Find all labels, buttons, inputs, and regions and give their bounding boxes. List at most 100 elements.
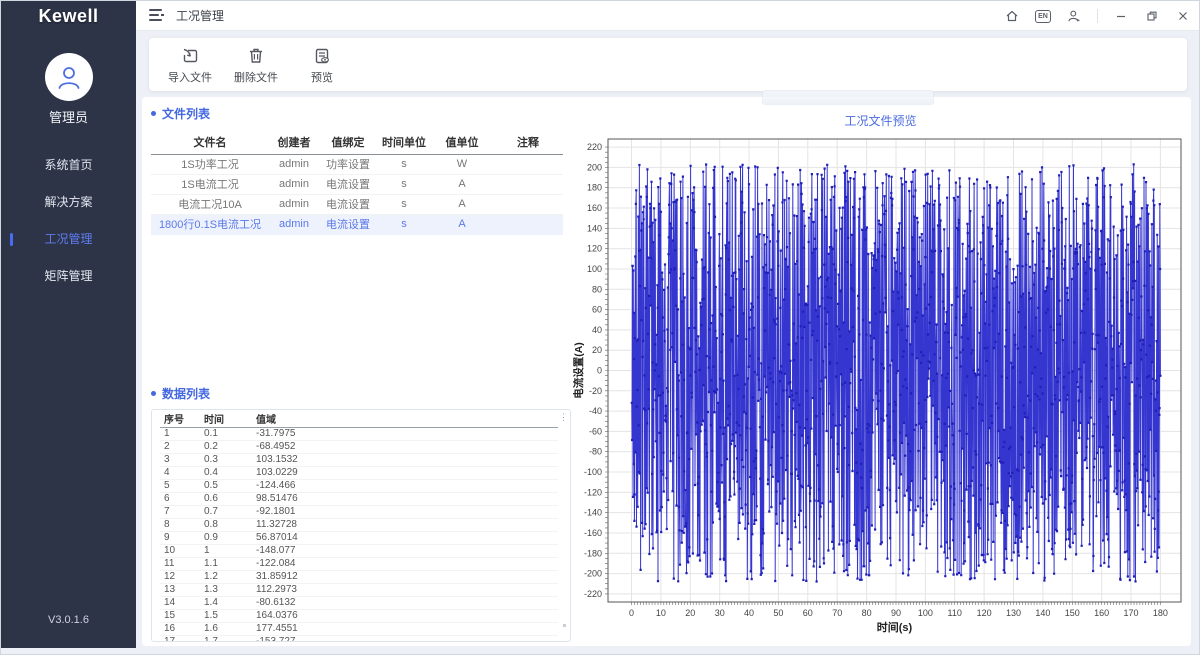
data-table-cell: -124.466 <box>256 479 312 492</box>
svg-text:-200: -200 <box>584 569 602 579</box>
data-table-header-cell: 时间 <box>204 410 256 427</box>
data-table-cell: 14 <box>160 596 204 609</box>
minimize-button[interactable] <box>1113 8 1129 24</box>
restore-button[interactable] <box>1144 8 1160 24</box>
data-table-cell <box>312 492 558 505</box>
file-table-cell: W <box>431 154 493 174</box>
data-table-cell: 177.4551 <box>256 622 312 635</box>
toolbar-button-2[interactable]: 预览 <box>293 44 351 85</box>
svg-text:100: 100 <box>918 608 933 618</box>
data-table-cell: 9 <box>160 531 204 544</box>
bullet-icon <box>151 111 156 116</box>
sidebar-item-3[interactable]: 矩阵管理 <box>1 258 136 295</box>
data-table-row[interactable]: 101-148.077 <box>160 544 558 557</box>
topbar: 工况管理 EN <box>136 1 1199 31</box>
file-table-row[interactable]: 1S功率工况admin功率设置sW <box>151 154 563 174</box>
data-table-row[interactable]: 10.1-31.7975 <box>160 427 558 440</box>
data-table-row[interactable]: 50.5-124.466 <box>160 479 558 492</box>
svg-text:170: 170 <box>1123 608 1138 618</box>
data-table-cell: 31.85912 <box>256 570 312 583</box>
data-table-row[interactable]: 121.231.85912 <box>160 570 558 583</box>
data-table-cell: 0.4 <box>204 466 256 479</box>
data-table-row[interactable]: 90.956.87014 <box>160 531 558 544</box>
data-table-cell: 0.8 <box>204 518 256 531</box>
language-toggle-icon[interactable]: EN <box>1035 10 1051 23</box>
file-table: 文件名创建者值绑定时间单位值单位注释 1S功率工况admin功率设置sW1S电流… <box>151 130 563 235</box>
svg-text:10: 10 <box>656 608 666 618</box>
file-table-cell: admin <box>269 214 319 234</box>
sidebar-item-label: 工况管理 <box>44 232 92 246</box>
data-table-row[interactable]: 111.1-122.084 <box>160 557 558 570</box>
svg-text:150: 150 <box>1065 608 1080 618</box>
svg-text:180: 180 <box>1153 608 1168 618</box>
file-table-cell <box>493 214 563 234</box>
file-table-cell: 电流设置 <box>319 214 377 234</box>
data-list-section: 数据列表 序号时间值域 10.1-31.797520.2-68.495230.3… <box>151 385 571 642</box>
collapse-menu-icon[interactable] <box>149 9 165 23</box>
data-table-row[interactable]: 40.4103.0229 <box>160 466 558 479</box>
file-table-row[interactable]: 电流工况10Aadmin电流设置sA <box>151 194 563 214</box>
data-table: 序号时间值域 10.1-31.797520.2-68.495230.3103.1… <box>160 410 558 642</box>
file-table-cell <box>493 154 563 174</box>
data-table-cell <box>312 544 558 557</box>
svg-text:140: 140 <box>1035 608 1050 618</box>
data-table-scrollbar[interactable]: ⋮ <box>559 415 568 419</box>
data-table-cell: 1.7 <box>204 635 256 642</box>
home-icon[interactable] <box>1004 8 1020 24</box>
data-table-row[interactable]: 161.6177.4551 <box>160 622 558 635</box>
data-table-cell <box>312 596 558 609</box>
preview-eye-icon <box>293 46 351 66</box>
data-table-cell: 1.6 <box>204 622 256 635</box>
file-table-header-cell: 时间单位 <box>377 130 431 154</box>
svg-text:200: 200 <box>587 162 602 172</box>
close-button[interactable] <box>1175 8 1191 24</box>
sidebar-item-2[interactable]: 工况管理 <box>1 221 136 258</box>
data-table-cell: 98.51476 <box>256 492 312 505</box>
data-table-row[interactable]: 20.2-68.4952 <box>160 440 558 453</box>
file-table-cell: A <box>431 194 493 214</box>
data-table-row[interactable]: 141.4-80.6132 <box>160 596 558 609</box>
data-table-row[interactable]: 131.3112.2973 <box>160 583 558 596</box>
toolbar-button-0[interactable]: 导入文件 <box>161 44 219 85</box>
data-table-cell: 8 <box>160 518 204 531</box>
sidebar-item-1[interactable]: 解决方案 <box>1 184 136 221</box>
data-table-cell: 1.1 <box>204 557 256 570</box>
scroll-indicator-dot <box>563 624 566 627</box>
data-table-cell: 1.3 <box>204 583 256 596</box>
app-window: Kewell 管理员 系统首页解决方案工况管理矩阵管理 V3.0.1.6 工况管… <box>0 0 1200 655</box>
data-table-cell: 0.5 <box>204 479 256 492</box>
file-table-header-row: 文件名创建者值绑定时间单位值单位注释 <box>151 130 563 154</box>
file-table-cell: 功率设置 <box>319 154 377 174</box>
data-table-row[interactable]: 151.5164.0376 <box>160 609 558 622</box>
file-table-row[interactable]: 1800行0.1S电流工况admin电流设置sA <box>151 214 563 234</box>
file-table-cell: s <box>377 174 431 194</box>
data-table-row[interactable]: 60.698.51476 <box>160 492 558 505</box>
sidebar-item-0[interactable]: 系统首页 <box>1 147 136 184</box>
user-account-icon[interactable] <box>1066 8 1082 24</box>
sidebar: Kewell 管理员 系统首页解决方案工况管理矩阵管理 V3.0.1.6 <box>1 1 136 648</box>
toolbar-button-1[interactable]: 删除文件 <box>227 44 285 85</box>
svg-text:30: 30 <box>715 608 725 618</box>
data-table-cell: 103.1532 <box>256 453 312 466</box>
data-table-cell: 1 <box>160 427 204 440</box>
file-table-row[interactable]: 1S电流工况admin电流设置sA <box>151 174 563 194</box>
file-table-cell: admin <box>269 174 319 194</box>
svg-text:220: 220 <box>587 142 602 152</box>
data-table-row[interactable]: 80.811.32728 <box>160 518 558 531</box>
file-table-header-cell: 值绑定 <box>319 130 377 154</box>
data-table-cell: 112.2973 <box>256 583 312 596</box>
file-table-header-cell: 值单位 <box>431 130 493 154</box>
file-table-cell <box>493 174 563 194</box>
data-table-row[interactable]: 171.7-153.727 <box>160 635 558 642</box>
data-table-cell: 3 <box>160 453 204 466</box>
data-table-cell <box>312 635 558 642</box>
toolbar: 导入文件删除文件预览 <box>149 38 1187 91</box>
data-table-row[interactable]: 70.7-92.1801 <box>160 505 558 518</box>
svg-text:时间(s): 时间(s) <box>877 620 913 634</box>
data-table-cell <box>312 505 558 518</box>
content-card: 文件列表 文件名创建者值绑定时间单位值单位注释 1S功率工况admin功率设置s… <box>142 97 1191 646</box>
data-table-row[interactable]: 30.3103.1532 <box>160 453 558 466</box>
toolbar-button-label: 导入文件 <box>161 69 219 85</box>
data-table-cell: -92.1801 <box>256 505 312 518</box>
svg-text:60: 60 <box>592 305 602 315</box>
